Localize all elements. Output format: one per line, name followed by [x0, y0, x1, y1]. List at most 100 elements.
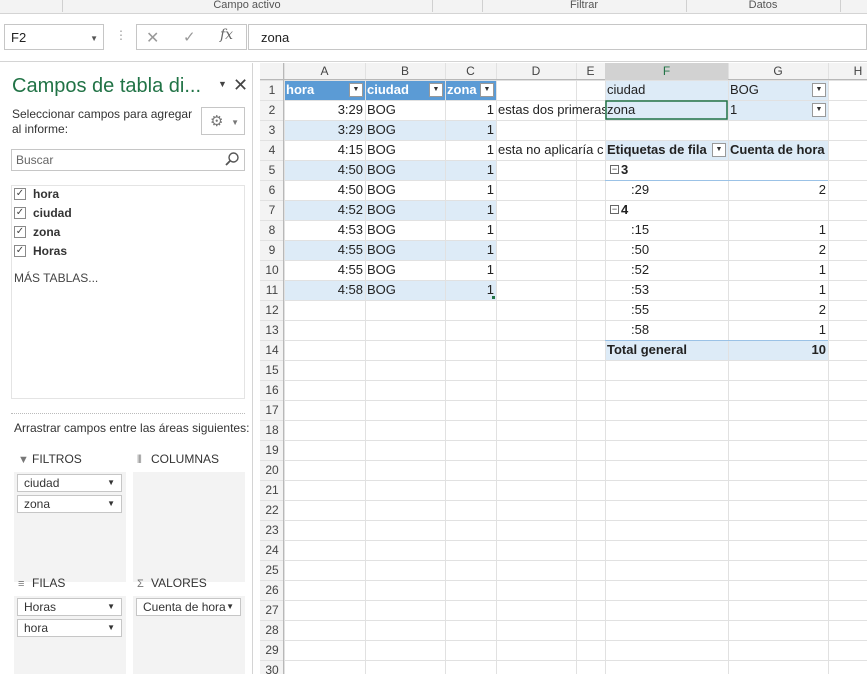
filter-dropdown-icon[interactable]: ▼	[429, 83, 443, 97]
column-header-d[interactable]: D	[496, 63, 576, 80]
column-header-c[interactable]: C	[445, 63, 496, 80]
checkbox-checked[interactable]: ✓	[14, 226, 26, 238]
table-cell[interactable]: BOG	[365, 280, 445, 300]
table-cell[interactable]: 1	[445, 120, 496, 140]
table-cell[interactable]: 1	[445, 280, 496, 300]
row-header[interactable]: 11	[260, 280, 284, 300]
table-cell[interactable]: 4:55	[284, 240, 365, 260]
table-cell[interactable]: 1	[445, 100, 496, 120]
table-cell[interactable]: 1	[445, 180, 496, 200]
pivot-filter-field[interactable]: zona	[605, 100, 728, 120]
pivot-item-value[interactable]: 1	[728, 220, 828, 240]
enter-check-icon[interactable]: ✓	[183, 28, 196, 46]
row-header[interactable]: 25	[260, 560, 284, 580]
table-cell[interactable]: 4:50	[284, 160, 365, 180]
pivot-item-label[interactable]: :53	[629, 280, 728, 300]
filter-dropdown-icon[interactable]: ▼	[812, 103, 826, 117]
table-cell[interactable]: 1	[445, 220, 496, 240]
filter-dropdown-icon[interactable]: ▼	[812, 83, 826, 97]
table-cell[interactable]: 1	[445, 260, 496, 280]
more-tables-link[interactable]: MÁS TABLAS...	[14, 271, 98, 285]
row-header[interactable]: 16	[260, 380, 284, 400]
pivot-value-header[interactable]: Cuenta de hora	[728, 140, 828, 160]
pivot-row-header[interactable]: Etiquetas de fila	[605, 140, 710, 160]
row-header[interactable]: 18	[260, 420, 284, 440]
table-cell[interactable]: BOG	[365, 160, 445, 180]
pivot-group-label[interactable]: 3	[619, 160, 679, 180]
pivot-item-label[interactable]: :29	[629, 180, 728, 200]
chevron-down-icon[interactable]: ▼	[90, 34, 98, 43]
table-cell[interactable]: 1	[445, 240, 496, 260]
row-header[interactable]: 20	[260, 460, 284, 480]
close-icon[interactable]: ✕	[233, 75, 248, 96]
table-cell[interactable]: BOG	[365, 260, 445, 280]
chevron-down-icon[interactable]: ▼	[226, 602, 234, 611]
spreadsheet-grid[interactable]: A B C D E F G H 1 2 3 4 5 6 7 8 9 10 11 12 13 14 15 16 17 18 19 20 2…	[260, 63, 867, 674]
checkbox-checked[interactable]: ✓	[14, 207, 26, 219]
pivot-item-value[interactable]: 2	[728, 300, 828, 320]
area-drop-zone[interactable]	[133, 472, 245, 582]
name-box[interactable]: F2 ▼	[4, 24, 104, 50]
column-header-g[interactable]: G	[728, 63, 828, 80]
table-cell[interactable]: BOG	[365, 100, 445, 120]
row-header[interactable]: 2	[260, 100, 284, 120]
pivot-filter-field[interactable]: ciudad	[605, 80, 728, 100]
collapse-icon[interactable]: −	[610, 165, 619, 174]
table-cell[interactable]: 4:58	[284, 280, 365, 300]
area-drop-zone[interactable]: Horas ▼ hora ▼	[14, 596, 126, 674]
search-icon[interactable]	[224, 151, 240, 167]
area-chip-horas[interactable]: Horas ▼	[17, 598, 122, 616]
note-cell-d4[interactable]: esta no aplicaría c	[496, 140, 605, 160]
row-header[interactable]: 28	[260, 620, 284, 640]
table-cell[interactable]: 4:52	[284, 200, 365, 220]
table-cell[interactable]: 1	[445, 160, 496, 180]
row-header[interactable]: 7	[260, 200, 284, 220]
row-header[interactable]: 30	[260, 660, 284, 674]
row-header[interactable]: 26	[260, 580, 284, 600]
table-cell[interactable]: 1	[445, 140, 496, 160]
pivot-group-label[interactable]: 4	[619, 200, 679, 220]
table-cell[interactable]: BOG	[365, 140, 445, 160]
checkbox-checked[interactable]: ✓	[14, 245, 26, 257]
row-header[interactable]: 29	[260, 640, 284, 660]
tools-button[interactable]: ⚙ ▼	[201, 107, 245, 135]
row-header[interactable]: 3	[260, 120, 284, 140]
cancel-icon[interactable]: ✕	[146, 28, 159, 48]
filter-dropdown-icon[interactable]: ▼	[712, 143, 726, 157]
filter-dropdown-icon[interactable]: ▼	[349, 83, 363, 97]
row-header[interactable]: 6	[260, 180, 284, 200]
chevron-down-icon[interactable]: ▼	[107, 499, 115, 508]
pivot-item-value[interactable]: 1	[728, 320, 828, 340]
pivot-total-value[interactable]: 10	[728, 340, 828, 360]
table-cell[interactable]: BOG	[365, 120, 445, 140]
filter-dropdown-icon[interactable]: ▼	[480, 83, 494, 97]
checkbox-checked[interactable]: ✓	[14, 188, 26, 200]
area-drop-zone[interactable]: Cuenta de hora ▼	[133, 596, 245, 674]
row-header[interactable]: 13	[260, 320, 284, 340]
note-cell-d2[interactable]: estas dos primeras	[496, 100, 605, 120]
table-cell[interactable]: BOG	[365, 220, 445, 240]
row-header[interactable]: 4	[260, 140, 284, 160]
vertical-dots-icon[interactable]: ⋮	[115, 28, 127, 42]
area-chip-hora[interactable]: hora ▼	[17, 619, 122, 637]
pivot-item-label[interactable]: :58	[629, 320, 728, 340]
row-header[interactable]: 14	[260, 340, 284, 360]
row-header[interactable]: 12	[260, 300, 284, 320]
row-header[interactable]: 23	[260, 520, 284, 540]
table-resize-handle[interactable]	[492, 296, 495, 299]
collapse-icon[interactable]: −	[610, 205, 619, 214]
insert-function-icon[interactable]: fx	[220, 27, 233, 43]
row-header[interactable]: 24	[260, 540, 284, 560]
chevron-down-icon[interactable]: ▼	[107, 478, 115, 487]
search-input[interactable]: Buscar	[11, 149, 245, 171]
row-header[interactable]: 1	[260, 80, 284, 100]
table-cell[interactable]: 4:15	[284, 140, 365, 160]
pivot-item-label[interactable]: :52	[629, 260, 728, 280]
area-chip-ciudad[interactable]: ciudad ▼	[17, 474, 122, 492]
row-header[interactable]: 27	[260, 600, 284, 620]
column-header-f[interactable]: F	[605, 63, 728, 80]
table-cell[interactable]: BOG	[365, 240, 445, 260]
pivot-item-label[interactable]: :15	[629, 220, 728, 240]
row-header[interactable]: 8	[260, 220, 284, 240]
pivot-item-value[interactable]: 1	[728, 280, 828, 300]
